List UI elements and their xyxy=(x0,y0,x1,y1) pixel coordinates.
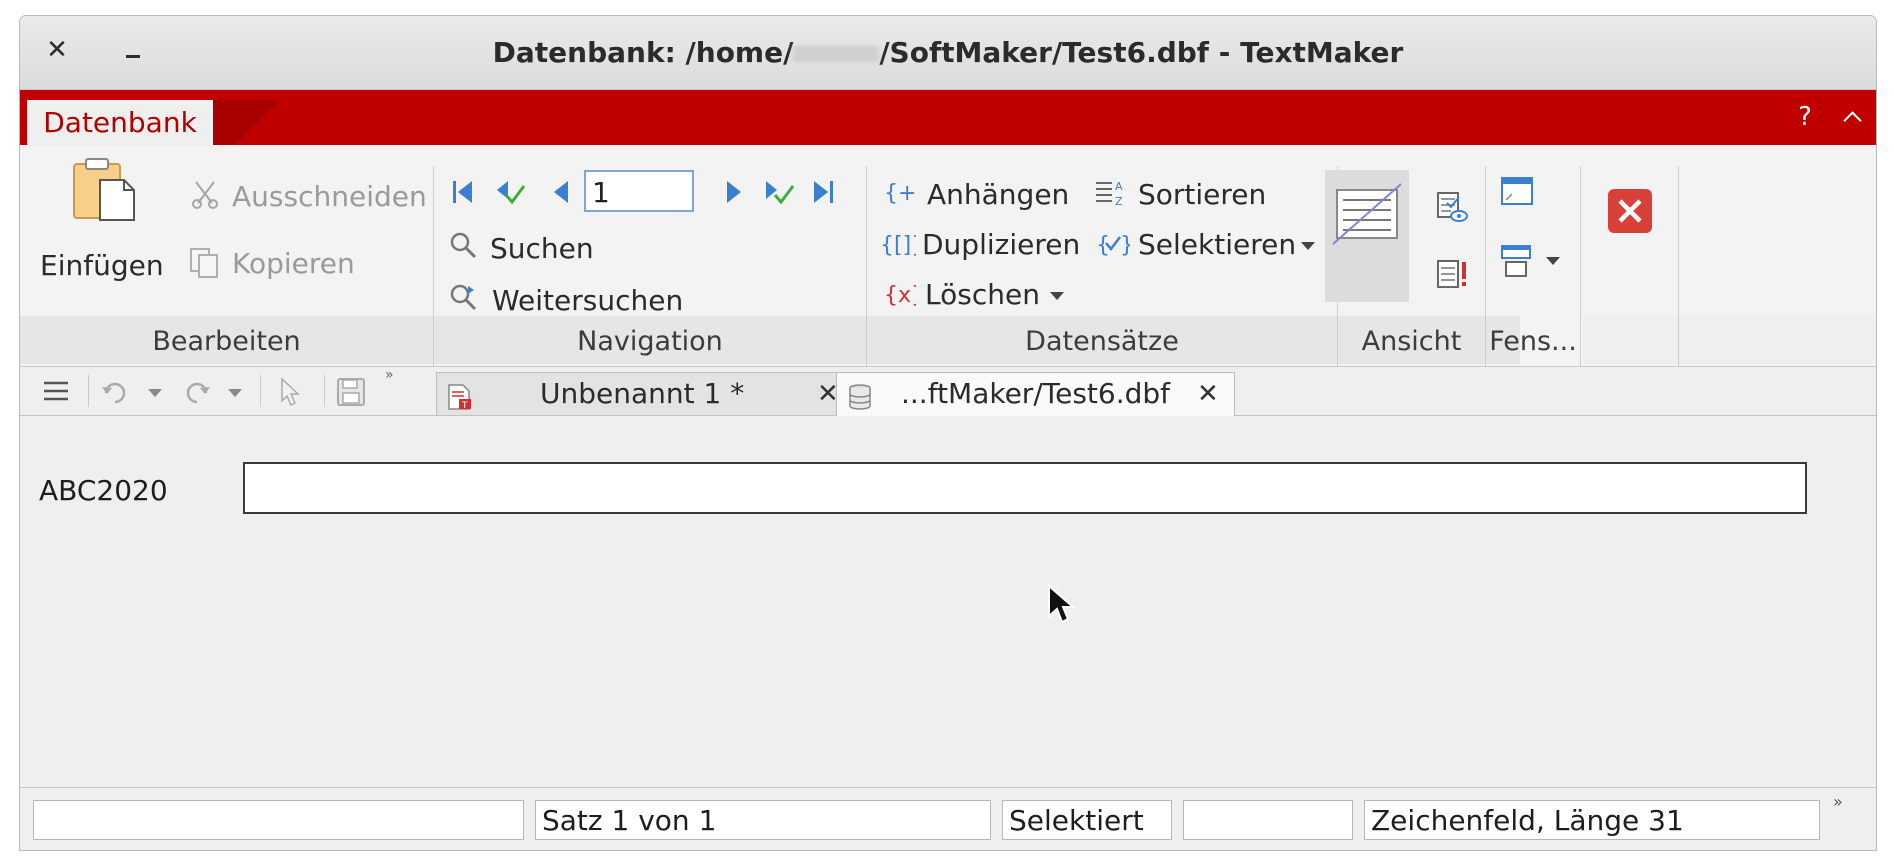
undo-dropdown-arrow[interactable] xyxy=(148,389,162,397)
mouse-cursor-icon xyxy=(1047,583,1076,630)
previous-selected-record-icon[interactable] xyxy=(494,178,528,212)
toolbar-separator xyxy=(88,375,89,407)
help-button[interactable]: ? xyxy=(1790,100,1820,135)
group-label-fenster: Fens... xyxy=(1489,326,1577,357)
status-field-info: Zeichenfeld, Länge 31 xyxy=(1364,800,1820,840)
preview-icon[interactable] xyxy=(1435,190,1469,228)
tab-label: ...ftMaker/Test6.dbf xyxy=(901,377,1171,410)
svg-text:{[]}: {[]} xyxy=(880,233,916,258)
append-record-icon: {+} xyxy=(884,177,930,211)
field-label: ABC2020 xyxy=(39,474,168,507)
ribbon-tab-datenbank[interactable]: Datenbank xyxy=(27,100,213,145)
ribbon-empty-area xyxy=(1583,316,1876,364)
svg-text:T: T xyxy=(461,401,468,411)
status-bar: Satz 1 von 1 Selektiert Zeichenfeld, Län… xyxy=(20,787,1876,850)
collapse-ribbon-icon[interactable] xyxy=(1835,100,1869,135)
copy-button[interactable]: Kopieren xyxy=(232,247,355,281)
status-selection-mode: Selektiert xyxy=(1002,800,1172,840)
save-icon[interactable] xyxy=(336,377,366,411)
select-dropdown-arrow[interactable] xyxy=(1301,242,1315,250)
search-icon xyxy=(448,230,480,266)
group-label-bearbeiten: Bearbeiten xyxy=(152,326,301,357)
search-next-icon xyxy=(448,282,482,318)
ribbon-tab-decoration xyxy=(213,100,303,145)
scissors-icon xyxy=(190,179,220,213)
status-record-counter: Satz 1 von 1 xyxy=(535,800,991,840)
redo-dropdown-arrow[interactable] xyxy=(228,389,242,397)
close-database-icon[interactable] xyxy=(1607,188,1653,238)
toolbar-separator xyxy=(324,375,325,407)
tab-label: Unbenannt 1 * xyxy=(540,377,745,410)
quick-toolbar: » T Unbenannt 1 * ✕ ...ftMaker/Test6.dbf… xyxy=(20,367,1876,416)
invalid-records-icon[interactable] xyxy=(1435,258,1469,296)
record-number-input[interactable]: 1 xyxy=(584,170,694,212)
field-input-abc2020[interactable] xyxy=(243,462,1807,514)
previous-record-icon[interactable] xyxy=(550,178,572,210)
form-view-button[interactable] xyxy=(1325,170,1409,302)
group-separator xyxy=(1678,166,1679,366)
svg-text:{x}: {x} xyxy=(884,283,916,308)
window-title-prefix: Datenbank: /home/ xyxy=(492,36,794,69)
paste-button[interactable]: Einfügen xyxy=(40,249,164,283)
toolbar-separator xyxy=(260,375,261,407)
svg-text:A: A xyxy=(1115,180,1123,193)
application-window: ✕ Datenbank: /home/ /SoftMaker/Test6.dbf … xyxy=(19,15,1877,851)
tab-close-icon[interactable]: ✕ xyxy=(1197,373,1219,415)
duplicate-button[interactable]: Duplizieren xyxy=(922,228,1080,262)
first-record-icon[interactable] xyxy=(450,178,476,210)
sort-button[interactable]: Sortieren xyxy=(1138,178,1266,212)
group-separator xyxy=(1580,166,1581,366)
delete-button[interactable]: Löschen xyxy=(925,278,1040,312)
ribbon-panel: Einfügen Ausschneiden Kopieren Bearbeite… xyxy=(20,146,1876,367)
svg-text:{+}: {+} xyxy=(884,181,916,206)
tab-unbenannt-1[interactable]: T Unbenannt 1 * ✕ xyxy=(436,372,856,415)
toolbar-overflow-icon[interactable]: » xyxy=(385,367,394,383)
status-overflow-icon[interactable]: » xyxy=(1833,792,1843,811)
delete-dropdown-arrow[interactable] xyxy=(1050,292,1064,300)
last-record-icon[interactable] xyxy=(810,178,836,210)
window-title-suffix: /SoftMaker/Test6.dbf - TextMaker xyxy=(879,36,1404,69)
group-label-datensaetze: Datensätze xyxy=(1025,326,1179,357)
group-label-ansicht: Ansicht xyxy=(1361,326,1462,357)
append-button[interactable]: Anhängen xyxy=(927,178,1069,212)
tab-test6-dbf[interactable]: ...ftMaker/Test6.dbf ✕ xyxy=(836,372,1235,416)
ribbon-tab-bar: Datenbank ? xyxy=(20,90,1876,145)
form-view-icon xyxy=(1332,183,1402,245)
select-record-icon: {} xyxy=(1096,228,1134,264)
search-next-button[interactable]: Weitersuchen xyxy=(492,284,683,318)
window-dropdown-arrow[interactable] xyxy=(1546,257,1560,265)
paste-icon[interactable] xyxy=(70,156,140,226)
redacted-username xyxy=(793,46,880,62)
copy-icon xyxy=(188,246,220,284)
delete-record-icon: {x} xyxy=(884,278,925,314)
group-label-navigation: Navigation xyxy=(577,326,723,357)
database-form: ABC2020 xyxy=(20,416,1876,786)
svg-text:}: } xyxy=(1120,233,1130,258)
undo-icon[interactable] xyxy=(100,379,132,409)
window-title: Datenbank: /home/ /SoftMaker/Test6.dbf - … xyxy=(20,16,1876,89)
search-button[interactable]: Suchen xyxy=(490,232,594,266)
status-field-4 xyxy=(1183,800,1353,840)
redo-icon[interactable] xyxy=(180,379,212,409)
svg-text:Z: Z xyxy=(1115,195,1123,208)
title-bar: ✕ Datenbank: /home//SoftMaker/Test6.dbf … xyxy=(20,16,1876,90)
pointer-icon[interactable] xyxy=(278,377,302,411)
duplicate-record-icon: {[]} xyxy=(880,228,925,264)
select-button[interactable]: Selektieren xyxy=(1138,228,1296,262)
next-selected-record-icon[interactable] xyxy=(763,178,797,212)
window-arrange-icon[interactable] xyxy=(1500,244,1534,282)
sort-icon: AZ xyxy=(1093,177,1129,213)
cut-button[interactable]: Ausschneiden xyxy=(232,180,427,214)
status-field-1 xyxy=(33,800,524,840)
window-icon[interactable] xyxy=(1500,176,1534,210)
next-record-icon[interactable] xyxy=(723,178,745,210)
hamburger-menu-icon[interactable] xyxy=(42,379,70,407)
